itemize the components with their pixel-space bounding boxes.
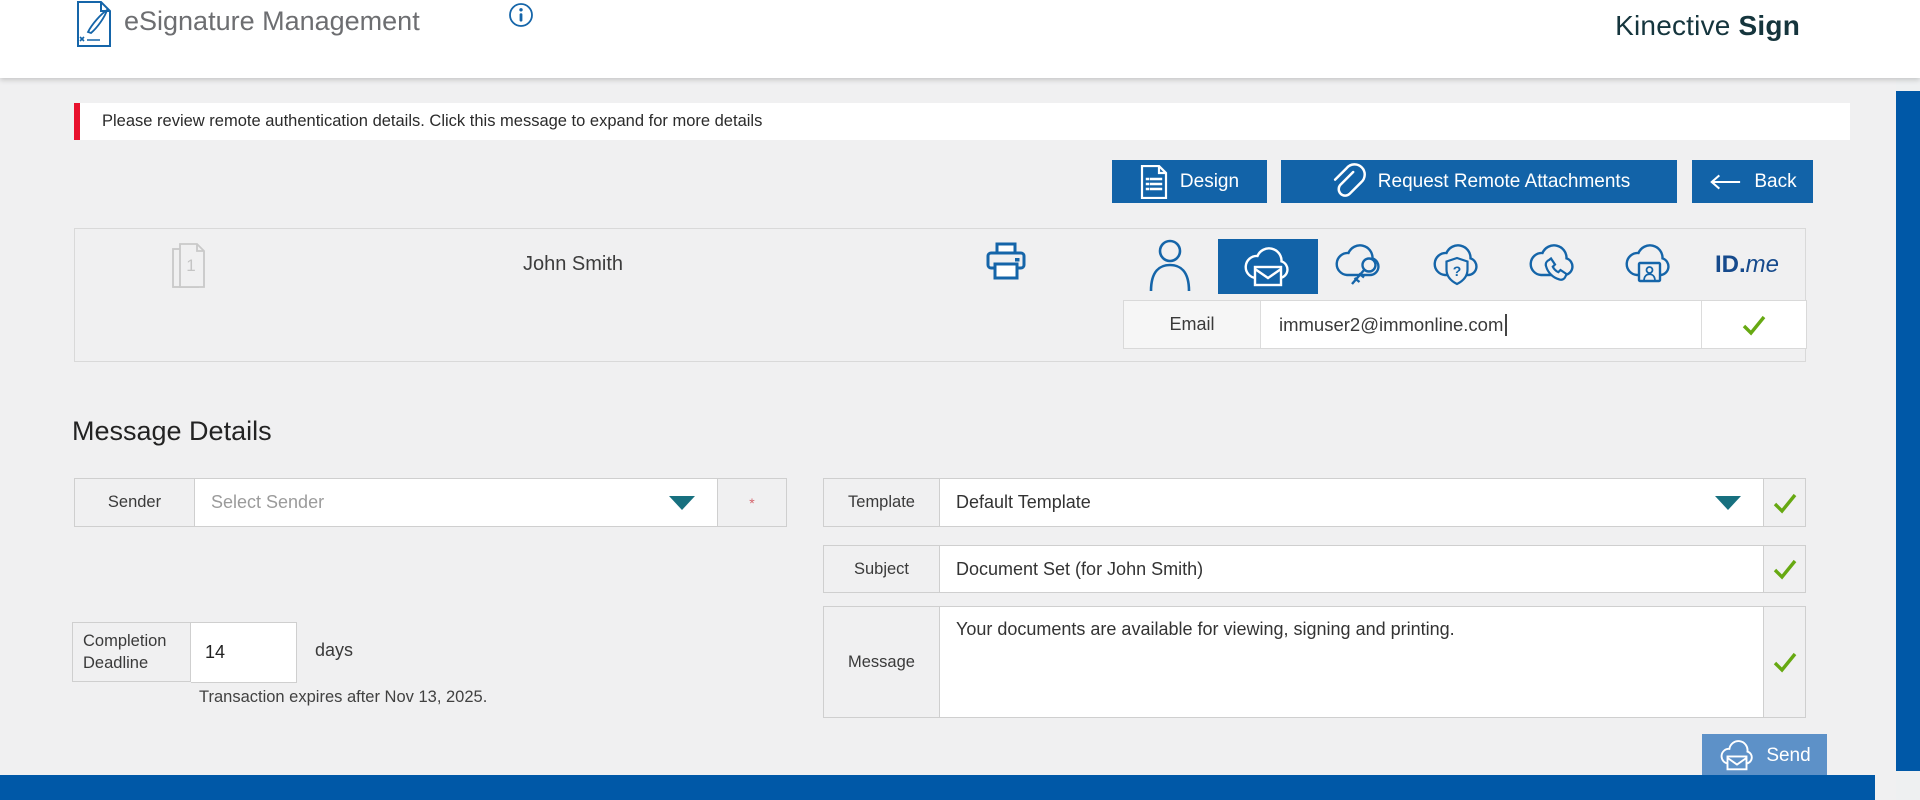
email-valid-cell (1701, 301, 1806, 348)
sender-required-cell: * (718, 478, 787, 527)
transaction-expiry-note: Transaction expires after Nov 13, 2025. (199, 688, 487, 707)
page-title: eSignature Management (124, 6, 420, 37)
email-input[interactable]: immuser2@immonline.com (1261, 301, 1701, 348)
svg-text:?: ? (1453, 263, 1462, 279)
cloud-email-icon (1242, 244, 1294, 290)
message-label: Message (823, 606, 940, 718)
send-button-label: Send (1766, 745, 1810, 767)
back-arrow-icon (1708, 173, 1742, 191)
template-value: Default Template (956, 492, 1091, 513)
auth-user-icon[interactable] (1148, 237, 1192, 293)
paperclip-icon (1328, 163, 1366, 201)
auth-cloud-email-icon-active[interactable] (1218, 239, 1318, 294)
brand-bold: Sign (1739, 10, 1800, 41)
message-valid-cell (1764, 606, 1806, 718)
check-icon (1741, 312, 1767, 338)
template-select[interactable]: Default Template (940, 478, 1764, 527)
notification-banner[interactable]: Please review remote authentication deta… (74, 103, 1850, 140)
text-cursor (1505, 314, 1507, 336)
check-icon (1772, 556, 1798, 582)
brand-logo: Kinective Sign (1615, 10, 1800, 42)
auth-idme-icon[interactable]: ID.me (1715, 251, 1779, 279)
recipient-card: 1 John Smith ? (74, 228, 1806, 362)
app-header: eSignature Management Kinective Sign (0, 0, 1920, 78)
check-icon (1772, 649, 1798, 675)
design-document-icon (1140, 165, 1168, 199)
idme-logo-id: ID. (1715, 251, 1746, 278)
auth-cloud-security-question-icon[interactable]: ? (1431, 241, 1485, 293)
message-details-heading: Message Details (72, 416, 272, 447)
esignature-document-icon (74, 1, 114, 47)
document-count-icon: 1 (171, 242, 209, 290)
message-textarea[interactable]: Your documents are available for viewing… (940, 606, 1764, 718)
auth-cloud-photo-id-icon[interactable] (1623, 241, 1677, 293)
deadline-unit-label: days (315, 640, 353, 661)
brand-regular: Kinective (1615, 10, 1730, 41)
notification-text: Please review remote authentication deta… (102, 112, 762, 131)
chevron-down-icon (669, 496, 695, 510)
sender-row: Sender Select Sender * (74, 478, 787, 527)
recipient-name: John Smith (398, 253, 748, 276)
subject-label: Subject (823, 545, 940, 593)
request-remote-attachments-button[interactable]: Request Remote Attachments (1281, 160, 1677, 203)
message-value: Your documents are available for viewing… (956, 619, 1455, 640)
sender-placeholder: Select Sender (211, 492, 324, 513)
sender-label: Sender (74, 478, 195, 527)
email-label: Email (1124, 301, 1261, 348)
sender-select[interactable]: Select Sender (195, 478, 718, 527)
document-count: 1 (186, 256, 195, 275)
send-cloud-email-icon (1718, 740, 1756, 772)
email-value: immuser2@immonline.com (1279, 314, 1503, 336)
design-button[interactable]: Design (1112, 160, 1267, 203)
design-button-label: Design (1180, 171, 1239, 193)
back-button-label: Back (1754, 171, 1796, 193)
scrollbar-thumb[interactable] (1896, 91, 1920, 771)
subject-input[interactable]: Document Set (for John Smith) (940, 545, 1764, 593)
back-button[interactable]: Back (1692, 160, 1813, 203)
idme-logo-me: me (1746, 251, 1779, 278)
subject-row: Subject Document Set (for John Smith) (823, 545, 1806, 593)
send-button[interactable]: Send (1702, 734, 1827, 777)
template-label: Template (823, 478, 940, 527)
bottom-bar (0, 775, 1875, 800)
chevron-down-icon (1715, 496, 1741, 510)
info-icon[interactable] (508, 2, 534, 28)
auth-cloud-phone-icon[interactable] (1527, 241, 1581, 293)
subject-value: Document Set (for John Smith) (956, 559, 1203, 580)
template-row: Template Default Template (823, 478, 1806, 527)
auth-cloud-key-icon[interactable] (1333, 241, 1387, 293)
printer-icon[interactable] (985, 242, 1027, 284)
alert-accent-bar (74, 103, 80, 140)
completion-deadline-input[interactable] (191, 622, 297, 683)
template-valid-cell (1764, 478, 1806, 527)
request-remote-attachments-label: Request Remote Attachments (1378, 171, 1630, 193)
message-row: Message Your documents are available for… (823, 606, 1806, 718)
check-icon (1772, 490, 1798, 516)
subject-valid-cell (1764, 545, 1806, 593)
email-row: Email immuser2@immonline.com (1123, 300, 1807, 349)
scrollbar-track (1896, 78, 1920, 800)
completion-deadline-label: Completion Deadline (72, 622, 191, 682)
required-asterisk: * (749, 495, 754, 511)
